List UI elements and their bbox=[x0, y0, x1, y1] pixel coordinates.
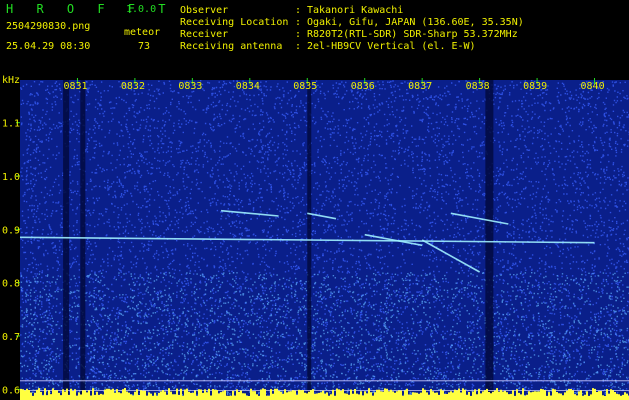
x-tick-label: 0836 bbox=[351, 81, 375, 92]
x-tick-label: 0833 bbox=[178, 81, 202, 92]
y-tick-label: 1.1 bbox=[2, 119, 20, 130]
y-tick-label: 1.0 bbox=[2, 172, 20, 183]
x-tick-label: 0837 bbox=[408, 81, 432, 92]
y-tick-label: 0.6 bbox=[2, 385, 20, 396]
y-tick-label: 0.7 bbox=[2, 332, 20, 343]
interference-column bbox=[80, 80, 86, 400]
x-tick-label: 0831 bbox=[63, 81, 87, 92]
interference-column bbox=[485, 80, 494, 400]
y-tick-label: 0.9 bbox=[2, 225, 20, 236]
x-tick-label: 0840 bbox=[581, 81, 605, 92]
spectrogram-chart: 1.1 1.0 0.9 0.8 0.7 0.6 0831 0832 0833 0834 0835 08… bbox=[2, 78, 629, 400]
x-tick-label: 0839 bbox=[523, 81, 547, 92]
x-tick-label: 0835 bbox=[293, 81, 317, 92]
interference-column bbox=[63, 80, 70, 400]
y-tick-label: 0.8 bbox=[2, 279, 20, 290]
x-tick-label: 0838 bbox=[466, 81, 490, 92]
x-tick-label: 0832 bbox=[121, 81, 145, 92]
x-tick-label: 0834 bbox=[236, 81, 260, 92]
spectrogram-window: H R O F F T 1.0.0 2504290830.png meteor … bbox=[0, 0, 629, 400]
